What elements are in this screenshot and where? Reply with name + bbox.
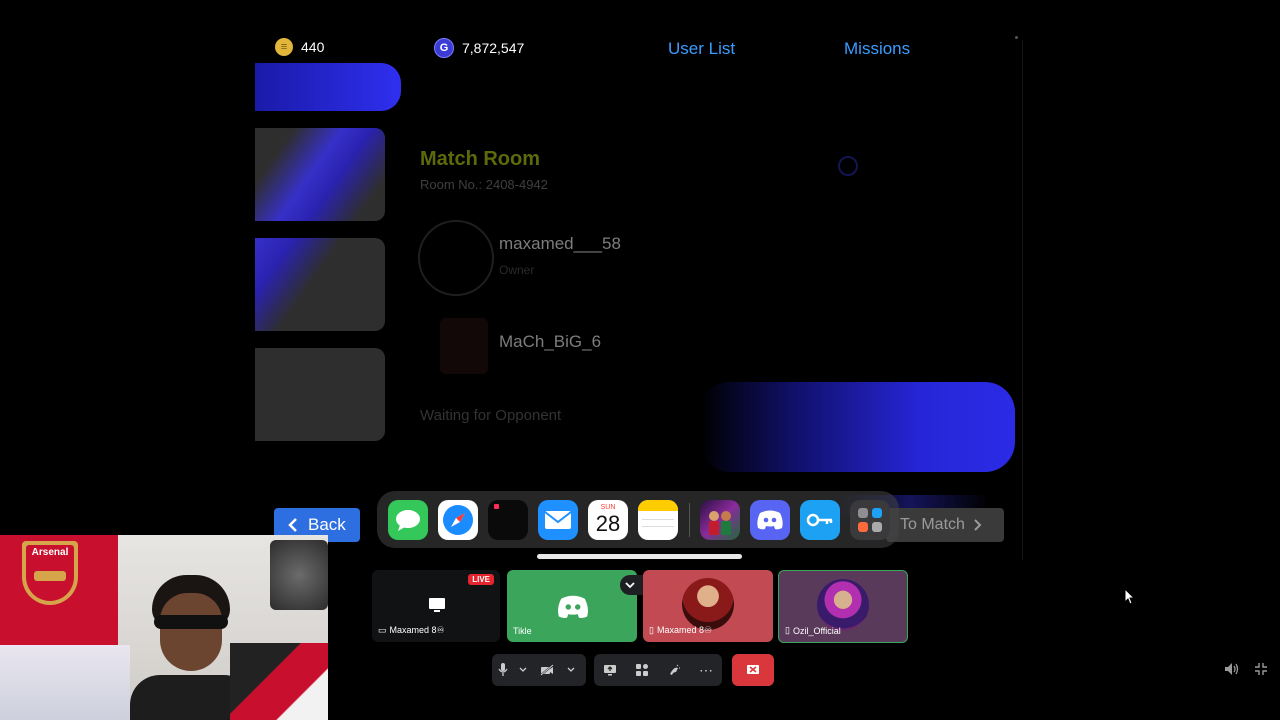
player1-name: maxamed___58 (499, 234, 621, 253)
side-card-1[interactable] (255, 128, 385, 221)
call-tile-3[interactable]: ▯ Maxamed 8♾ (643, 570, 773, 642)
waiting-status: Waiting for Opponent (420, 407, 562, 424)
mouse-cursor-icon (1124, 587, 1136, 610)
discord-icon[interactable] (750, 500, 790, 540)
banner-text: Arsenal (31, 547, 69, 558)
end-call-button[interactable] (732, 654, 774, 686)
dock-divider (689, 503, 690, 537)
camera-options-button[interactable] (562, 654, 580, 686)
chevron-left-icon (288, 518, 297, 532)
to-match-button[interactable]: To Match (886, 508, 1004, 542)
call-tile-4[interactable]: ▯ Ozil_Official (778, 570, 908, 643)
chevron-down-icon (625, 581, 635, 588)
bed (0, 645, 130, 720)
side-card-2[interactable] (255, 238, 385, 331)
player1-avatar (418, 220, 494, 296)
tile-name: Maxamed 8♾ (389, 625, 445, 635)
exit-fullscreen-icon[interactable] (1254, 662, 1268, 681)
mic-options-button[interactable] (514, 654, 532, 686)
side-card-3[interactable] (255, 348, 385, 441)
player2-name: MaCh_BiG_6 (499, 332, 602, 351)
activities-button[interactable] (626, 654, 658, 686)
phone-icon: ▯ (785, 625, 790, 635)
gp-icon: G (434, 38, 454, 58)
user-avatar (817, 579, 869, 631)
mic-button[interactable] (492, 654, 514, 686)
webcam-overlay: Arsenal (0, 535, 328, 720)
tile-label: ▭ Maxamed 8♾ (378, 625, 445, 636)
gp-amount: 7,872,547 (462, 40, 525, 56)
ready-button[interactable] (700, 382, 1015, 472)
arsenal-flag: Arsenal (0, 535, 118, 645)
tile-name: Tikle (513, 626, 532, 636)
mail-icon[interactable] (538, 500, 578, 540)
player1-role: Owner (499, 263, 535, 277)
tile-label: ▯ Ozil_Official (785, 625, 841, 636)
screen-share-icon (429, 598, 445, 612)
to-match-label: To Match (900, 516, 965, 533)
arsenal-crest-icon: Arsenal (22, 541, 78, 605)
discord-avatar-icon (558, 595, 588, 619)
back-label: Back (308, 515, 346, 534)
tile-name: Ozil_Official (792, 625, 841, 636)
microphone-icon (498, 663, 508, 676)
calendar-icon[interactable]: SUN 28 (588, 500, 628, 540)
camera-off-icon (540, 664, 554, 676)
activities-icon (636, 664, 648, 676)
gp-balance: G 7,872,547 (434, 38, 524, 58)
leave-call-icon (747, 665, 759, 674)
volume-icon[interactable] (1224, 662, 1240, 681)
tile-label: Tikle (513, 626, 532, 636)
more-options-icon[interactable]: ⋯ (690, 654, 722, 686)
soundboard-icon (670, 664, 680, 675)
tile-label: ▯ Maxamed 8♾ (649, 625, 712, 636)
divider (1022, 40, 1023, 560)
camera-button[interactable] (532, 654, 562, 686)
dot-indicator (1015, 36, 1018, 39)
poster (270, 540, 328, 610)
room-title: Match Room (420, 148, 540, 170)
chevron-down-icon (567, 667, 575, 672)
tile-name: Maxamed 8♾ (656, 625, 713, 635)
call-tile-1[interactable]: LIVE ▭ Maxamed 8♾ (372, 570, 500, 642)
user-avatar (682, 578, 734, 630)
coin-balance: ≡ 440 (275, 38, 324, 56)
phone-icon: ▯ (649, 625, 654, 635)
menu-pill[interactable] (255, 63, 401, 111)
monitor-icon: ▭ (378, 625, 387, 635)
coin-amount: 440 (301, 39, 325, 55)
screen-share-button[interactable] (594, 654, 626, 686)
room-number: Room No.: 2408-4942 (420, 177, 548, 192)
missions-link[interactable]: Missions (844, 39, 910, 59)
notes-icon[interactable] (638, 500, 678, 540)
live-badge: LIVE (468, 574, 494, 585)
sunglasses-icon (154, 615, 228, 629)
coin-icon: ≡ (275, 38, 293, 56)
game-icon[interactable] (700, 500, 740, 540)
app-icon[interactable] (488, 500, 528, 540)
audio-video-controls (492, 654, 586, 686)
user-list-link[interactable]: User List (668, 39, 735, 59)
calendar-date: 28 (595, 511, 621, 536)
folder-icon[interactable] (850, 500, 890, 540)
home-indicator[interactable] (537, 554, 742, 559)
refresh-icon[interactable] (838, 156, 858, 176)
messages-icon[interactable] (388, 500, 428, 540)
call-tile-2[interactable]: Tikle (507, 570, 637, 642)
chevron-right-icon (974, 519, 982, 531)
microphone-setup (230, 643, 328, 720)
soundboard-button[interactable] (658, 654, 690, 686)
safari-icon[interactable] (438, 500, 478, 540)
player2-avatar (440, 318, 488, 374)
screen-share-icon (604, 665, 616, 676)
chevron-down-icon (519, 667, 527, 672)
key-icon[interactable] (800, 500, 840, 540)
call-actions: ⋯ (594, 654, 722, 686)
